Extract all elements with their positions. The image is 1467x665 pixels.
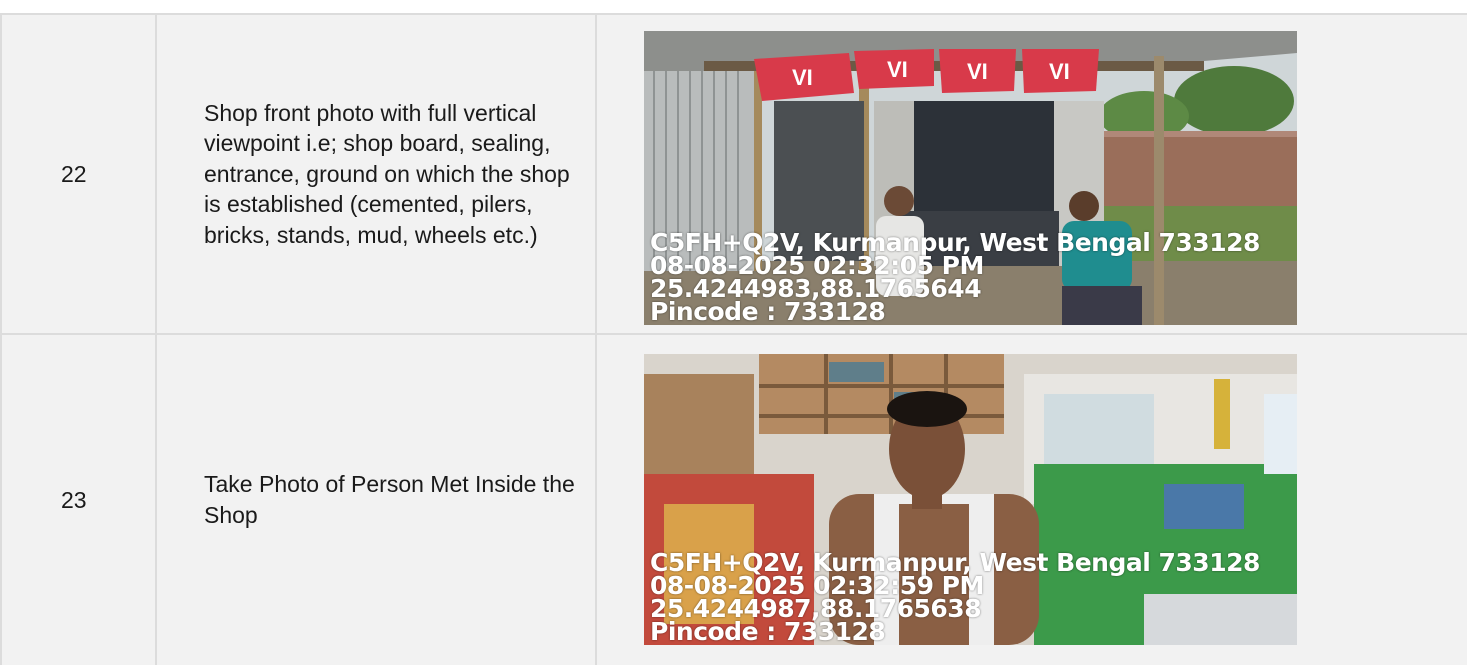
table-row: 23 Take Photo of Person Met Inside the S… — [0, 335, 1467, 665]
checklist-table: 22 Shop front photo with full vertical v… — [0, 13, 1467, 665]
table-row: 22 Shop front photo with full vertical v… — [0, 15, 1467, 335]
banner-logo: VI — [1049, 59, 1070, 84]
row-number: 23 — [0, 335, 157, 665]
row-description: Shop front photo with full vertical view… — [157, 15, 597, 333]
banner-logo: VI — [967, 59, 988, 84]
row-description: Take Photo of Person Met Inside the Shop — [157, 335, 597, 665]
banner-logo: VI — [792, 65, 813, 90]
banner-logo: VI — [887, 57, 908, 82]
geotag-overlay: C5FH+Q2V, Kurmanpur, West Bengal 733128 … — [650, 550, 1297, 645]
geotag-pincode: Pincode : 733128 — [650, 297, 886, 325]
photo-cell: VI VI VI VI C5FH+Q2V, Kurmanpur, West Be… — [597, 15, 1467, 333]
geotag-pincode: Pincode : 733128 — [650, 617, 886, 645]
description-text: Shop front photo with full vertical view… — [204, 99, 570, 248]
photo-cell: C5FH+Q2V, Kurmanpur, West Bengal 733128 … — [597, 335, 1467, 665]
row-number: 22 — [0, 15, 157, 333]
person-met-photo[interactable]: C5FH+Q2V, Kurmanpur, West Bengal 733128 … — [644, 354, 1297, 645]
geotag-overlay: C5FH+Q2V, Kurmanpur, West Bengal 733128 … — [650, 230, 1297, 325]
description-text: Take Photo of Person Met Inside the Shop — [204, 471, 575, 528]
shop-front-photo[interactable]: VI VI VI VI C5FH+Q2V, Kurmanpur, West Be… — [644, 31, 1297, 325]
